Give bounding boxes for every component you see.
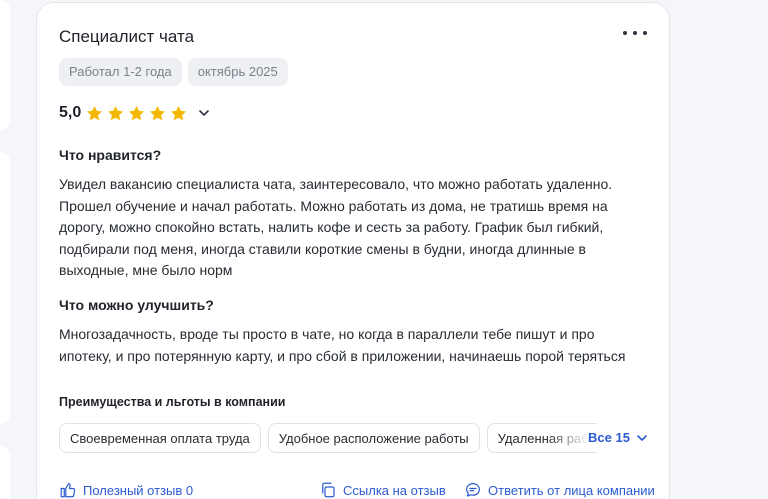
benefit-chip: Удаленная работа bbox=[486, 423, 597, 453]
tag-experience: Работал 1-2 года bbox=[59, 58, 182, 86]
review-footer: Полезный отзыв 0 Ссылка на отзыв Ответит… bbox=[37, 480, 669, 499]
helpful-label: Полезный отзыв 0 bbox=[83, 482, 194, 498]
rating-value: 5,0 bbox=[59, 104, 82, 121]
improve-heading: Что можно улучшить? bbox=[59, 297, 214, 313]
rating-summary[interactable]: 5,0 bbox=[59, 102, 210, 124]
review-tags: Работал 1-2 года октябрь 2025 bbox=[59, 58, 288, 86]
review-title: Специалист чата bbox=[59, 27, 195, 46]
star-icon bbox=[87, 105, 103, 120]
star-icon bbox=[129, 105, 145, 120]
copy-link-button[interactable]: Ссылка на отзыв bbox=[319, 480, 446, 499]
review-card: Специалист чата Работал 1-2 года октябрь… bbox=[36, 2, 670, 499]
more-options-icon[interactable] bbox=[623, 23, 647, 43]
show-all-label: Все 15 bbox=[588, 430, 630, 445]
copy-icon bbox=[322, 482, 335, 498]
chevron-down-icon[interactable] bbox=[198, 107, 210, 119]
show-all-benefits-button[interactable]: Все 15 bbox=[588, 430, 648, 445]
likes-heading: Что нравится? bbox=[59, 147, 162, 163]
benefit-chip: Удобное расположение работы bbox=[267, 423, 480, 453]
adjacent-card bbox=[0, 0, 10, 130]
reply-button[interactable]: Ответить от лица компании bbox=[464, 480, 655, 499]
helpful-button[interactable]: Полезный отзыв 0 bbox=[59, 480, 193, 499]
improve-text: Многозадачность, вроде ты просто в чате,… bbox=[59, 326, 626, 364]
rating-stars bbox=[85, 104, 188, 123]
chevron-down-icon bbox=[637, 434, 647, 441]
benefits-list: Своевременная оплата труда Удобное распо… bbox=[59, 423, 597, 453]
thumbs-up-icon bbox=[60, 483, 76, 498]
likes-text: Увидел вакансию специалиста чата, заинте… bbox=[59, 176, 613, 278]
star-icon bbox=[150, 105, 166, 120]
copy-link-label: Ссылка на отзыв bbox=[343, 482, 446, 498]
tag-date: октябрь 2025 bbox=[187, 58, 288, 86]
star-icon bbox=[108, 105, 124, 120]
adjacent-card bbox=[0, 446, 10, 499]
chat-bubble-icon bbox=[466, 483, 480, 497]
benefit-chip: Своевременная оплата труда bbox=[59, 423, 261, 453]
star-icon bbox=[171, 105, 187, 120]
reply-label: Ответить от лица компании bbox=[488, 482, 655, 498]
adjacent-card bbox=[0, 152, 10, 424]
benefits-title: Преимущества и льготы в компании bbox=[59, 395, 286, 409]
